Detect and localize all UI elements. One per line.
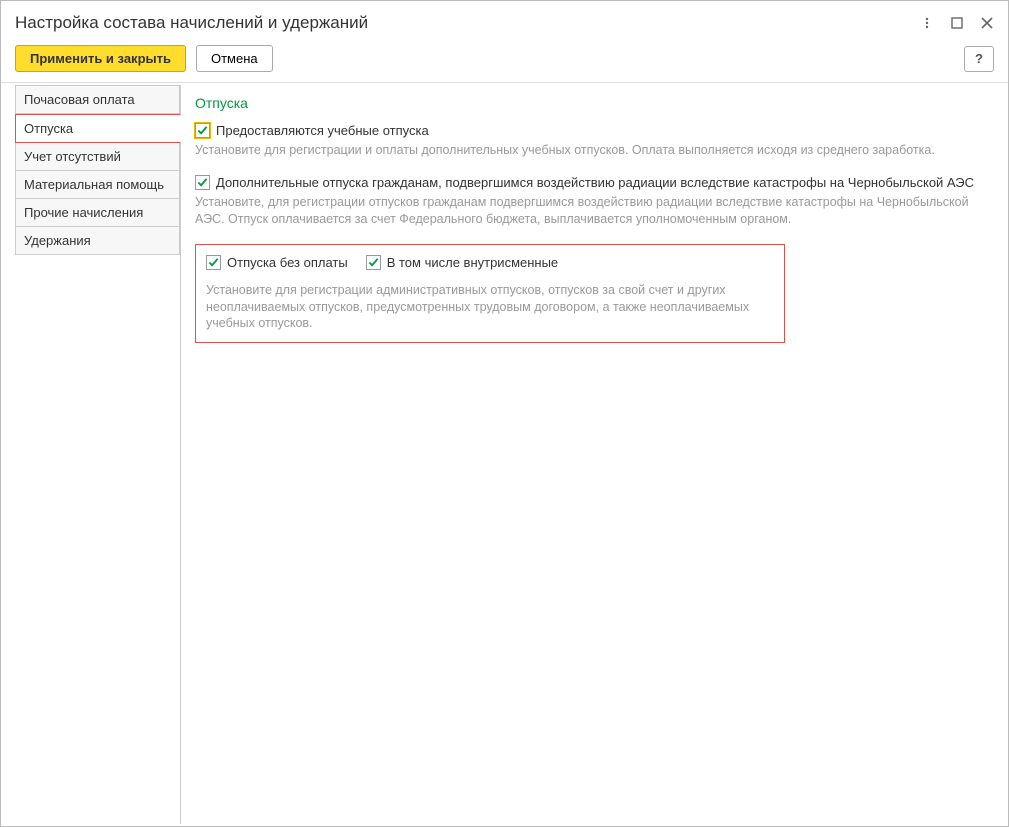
option-chernobyl-leave: Дополнительные отпуска гражданам, подвер…: [195, 175, 988, 190]
checkbox-unpaid-leave[interactable]: [206, 255, 221, 270]
body: Почасовая оплата Отпуска Учет отсутствий…: [1, 82, 1008, 826]
close-icon[interactable]: [980, 16, 994, 30]
sidebar-item-hourly-pay[interactable]: Почасовая оплата: [15, 85, 180, 114]
checkbox-label: Дополнительные отпуска гражданам, подвер…: [216, 175, 974, 190]
sidebar-item-absence-accounting[interactable]: Учет отсутствий: [15, 143, 180, 171]
option-unpaid-intrashift: В том числе внутрисменные: [366, 255, 558, 270]
help-button[interactable]: ?: [964, 46, 994, 72]
sidebar-item-label: Отпуска: [24, 121, 73, 136]
sidebar-item-material-aid[interactable]: Материальная помощь: [15, 171, 180, 199]
titlebar: Настройка состава начислений и удержаний: [1, 1, 1008, 41]
sidebar-item-label: Удержания: [24, 233, 91, 248]
hint-chernobyl-leave: Установите, для регистрации отпусков гра…: [195, 194, 985, 228]
sidebar-item-label: Материальная помощь: [24, 177, 164, 192]
sidebar: Почасовая оплата Отпуска Учет отсутствий…: [15, 85, 181, 824]
highlighted-section-unpaid-leave: Отпуска без оплаты В том числе внутрисме…: [195, 244, 785, 344]
option-unpaid-leave: Отпуска без оплаты: [206, 255, 348, 270]
checkbox-label: В том числе внутрисменные: [387, 255, 558, 270]
sidebar-item-other-accruals[interactable]: Прочие начисления: [15, 199, 180, 227]
settings-window: Настройка состава начислений и удержаний…: [0, 0, 1009, 827]
sidebar-item-label: Учет отсутствий: [24, 149, 121, 164]
content-panel: Отпуска Предоставляются учебные отпуска …: [181, 83, 1008, 826]
sidebar-item-vacations[interactable]: Отпуска: [15, 114, 181, 143]
checkbox-chernobyl-leave[interactable]: [195, 175, 210, 190]
window-title: Настройка состава начислений и удержаний: [15, 13, 368, 33]
checkbox-study-leave[interactable]: [195, 123, 210, 138]
window-controls: [920, 16, 994, 30]
checkbox-label: Отпуска без оплаты: [227, 255, 348, 270]
toolbar: Применить и закрыть Отмена ?: [1, 41, 1008, 82]
sidebar-item-deductions[interactable]: Удержания: [15, 227, 180, 255]
maximize-icon[interactable]: [950, 16, 964, 30]
checkbox-unpaid-intrashift[interactable]: [366, 255, 381, 270]
hint-unpaid-leave: Установите для регистрации административ…: [206, 282, 772, 333]
checkbox-label: Предоставляются учебные отпуска: [216, 123, 429, 138]
sidebar-item-label: Прочие начисления: [24, 205, 143, 220]
apply-and-close-button[interactable]: Применить и закрыть: [15, 45, 186, 72]
kebab-menu-icon[interactable]: [920, 16, 934, 30]
cancel-button[interactable]: Отмена: [196, 45, 273, 72]
hint-study-leave: Установите для регистрации и оплаты допо…: [195, 142, 985, 159]
section-heading: Отпуска: [195, 95, 988, 111]
option-study-leave: Предоставляются учебные отпуска: [195, 123, 988, 138]
option-unpaid-leave-row: Отпуска без оплаты В том числе внутрисме…: [206, 255, 772, 278]
sidebar-item-label: Почасовая оплата: [24, 92, 135, 107]
